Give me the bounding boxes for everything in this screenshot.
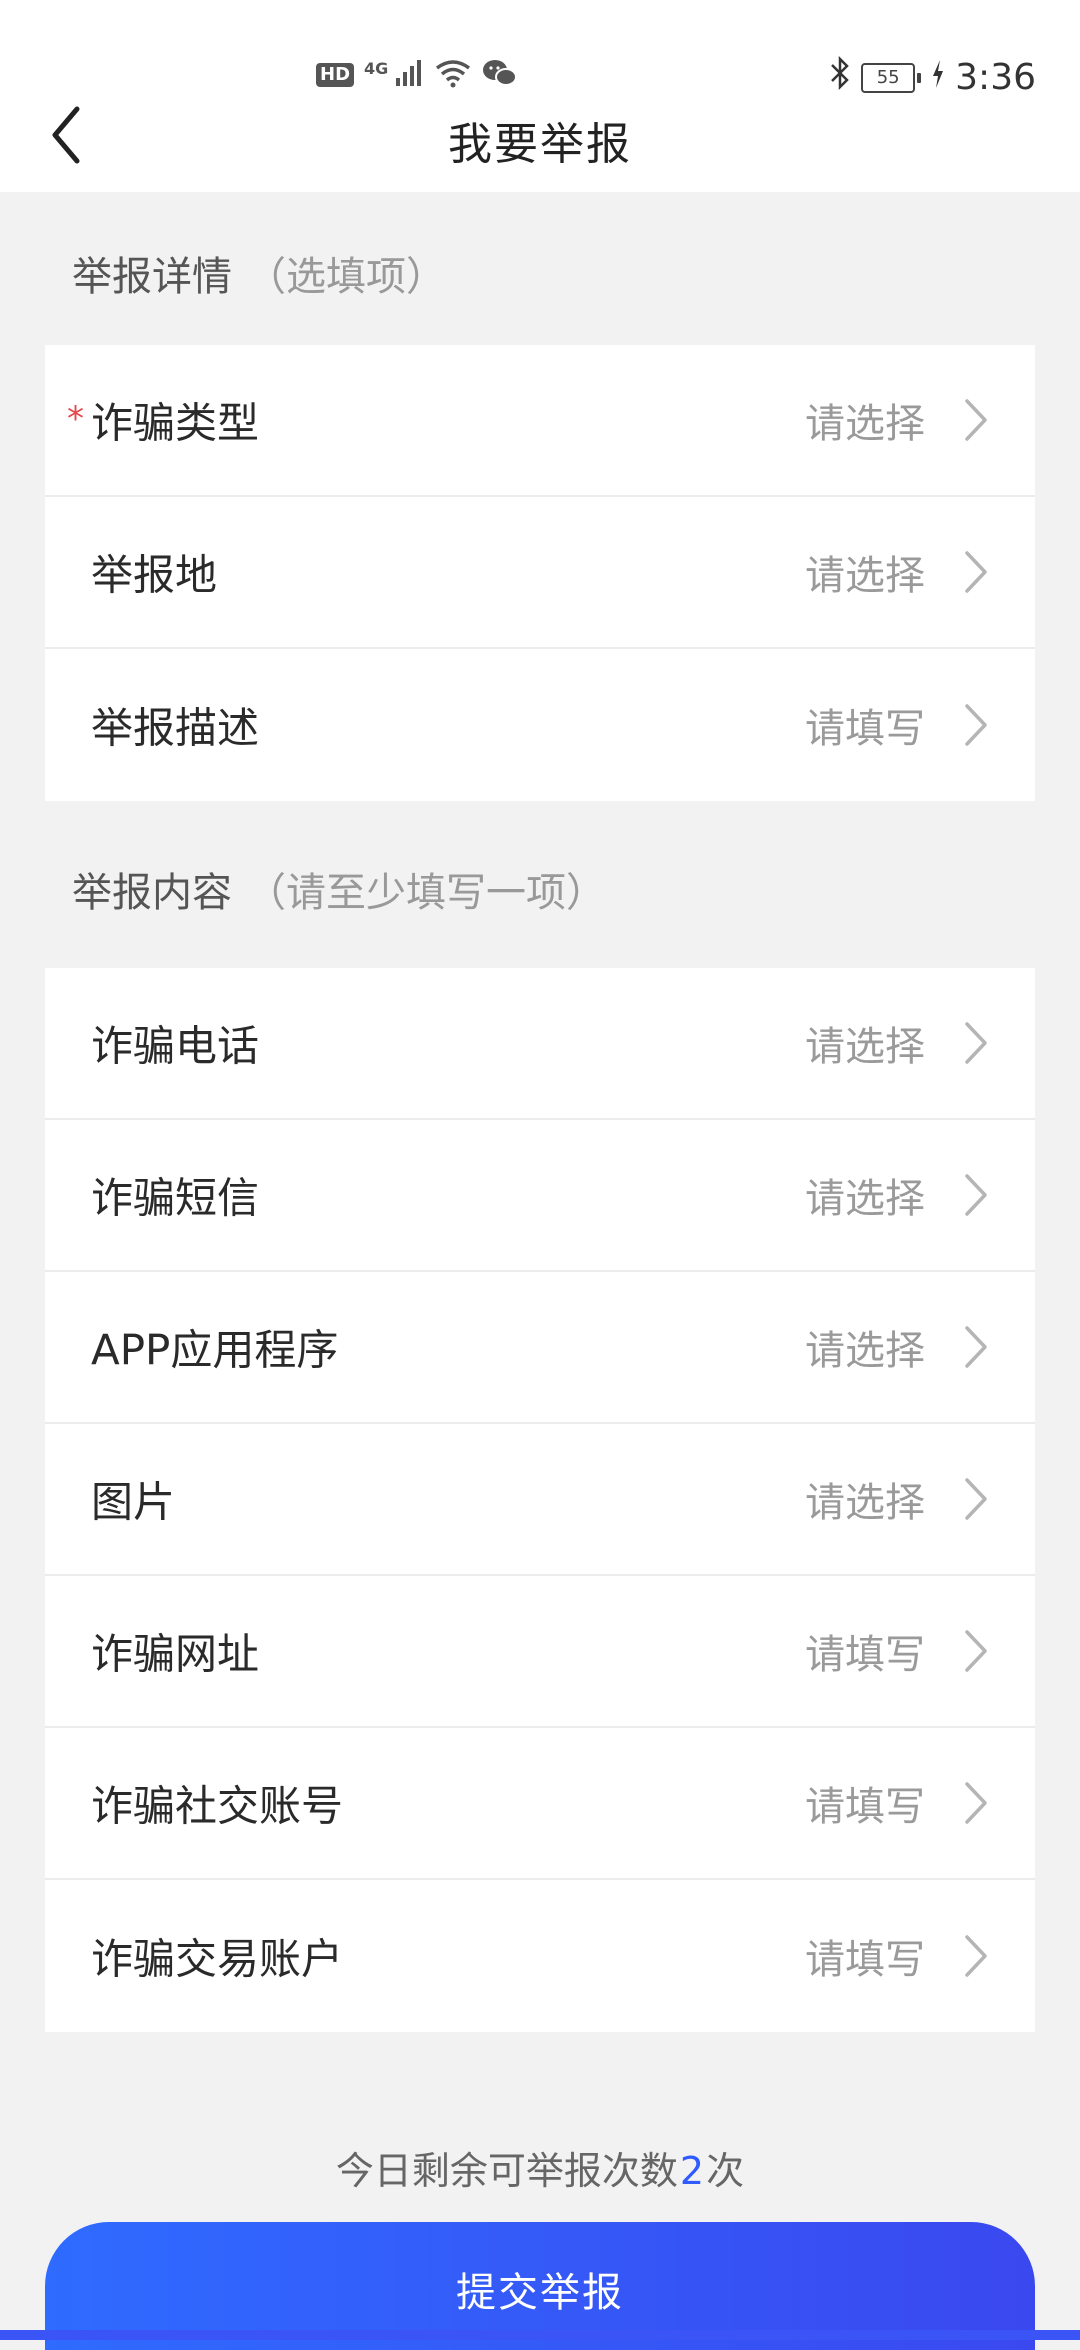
signal-icon: [394, 58, 424, 92]
required-star: *: [67, 399, 84, 439]
battery-indicator: 55: [861, 62, 922, 93]
row-report-description[interactable]: 举报描述 请填写: [45, 649, 1035, 801]
row-label: 诈骗网址: [91, 1629, 260, 1679]
row-value: 请选择: [805, 1480, 925, 1526]
chevron-right-icon: [965, 1326, 987, 1368]
battery-level: 55: [861, 62, 916, 93]
section-header-details: 举报详情 （选填项）: [72, 244, 446, 302]
row-fraud-sms[interactable]: 诈骗短信 请选择: [45, 1120, 1035, 1272]
row-app[interactable]: APP应用程序 请选择: [45, 1272, 1035, 1424]
row-fraud-transaction-account[interactable]: 诈骗交易账户 请填写: [45, 1880, 1035, 2032]
section-title: 举报详情: [72, 254, 232, 300]
chevron-right-icon: [965, 1478, 987, 1520]
row-fraud-type[interactable]: * 诈骗类型 请选择: [45, 345, 1035, 497]
row-label: 诈骗电话: [91, 1021, 260, 1071]
submit-label: 提交举报: [456, 2270, 624, 2316]
row-fraud-social-account[interactable]: 诈骗社交账号 请填写: [45, 1728, 1035, 1880]
section-header-content: 举报内容 （请至少填写一项）: [72, 860, 606, 918]
wechat-icon: [482, 58, 518, 92]
row-label: 举报地: [91, 550, 218, 600]
chevron-right-icon: [965, 1022, 987, 1064]
content-card: 诈骗电话 请选择 诈骗短信 请选择 APP应用程序 请选择 图片 请选择 诈骗网…: [45, 968, 1035, 2032]
row-value: 请选择: [805, 1024, 925, 1070]
remaining-reports-text: 今日剩余可举报次数2次: [0, 2140, 1080, 2195]
top-bar: HD 4G 55 3:36 我要举报: [0, 0, 1080, 192]
row-label: 诈骗社交账号: [91, 1781, 344, 1831]
row-image[interactable]: 图片 请选择: [45, 1424, 1035, 1576]
row-label: 诈骗短信: [91, 1173, 260, 1223]
wifi-icon: [434, 58, 472, 92]
row-value: 请选择: [805, 1176, 925, 1222]
network-type: 4G: [364, 58, 389, 78]
row-report-location[interactable]: 举报地 请选择: [45, 497, 1035, 649]
row-label: APP应用程序: [91, 1325, 339, 1375]
remaining-count: 2: [679, 2149, 705, 2193]
row-value: 请填写: [805, 706, 925, 752]
battery-nub: [917, 72, 922, 83]
row-label: 诈骗交易账户: [91, 1934, 344, 1984]
row-value: 请选择: [805, 401, 925, 447]
row-label: 举报描述: [91, 703, 260, 753]
chevron-right-icon: [965, 399, 987, 441]
row-value: 请填写: [805, 1784, 925, 1830]
row-label: 诈骗类型: [91, 398, 260, 448]
remaining-prefix: 今日剩余可举报次数: [335, 2149, 678, 2193]
chevron-right-icon: [965, 1935, 987, 1977]
row-label: 图片: [91, 1477, 176, 1527]
chevron-right-icon: [965, 1174, 987, 1216]
section-title: 举报内容: [72, 870, 232, 916]
row-fraud-phone[interactable]: 诈骗电话 请选择: [45, 968, 1035, 1120]
submit-button-base: [0, 2330, 1080, 2340]
row-value: 请选择: [805, 1328, 925, 1374]
row-value: 请选择: [805, 553, 925, 599]
chevron-right-icon: [965, 1782, 987, 1824]
details-card: * 诈骗类型 请选择 举报地 请选择 举报描述 请填写: [45, 345, 1035, 801]
row-value: 请填写: [805, 1632, 925, 1678]
section-hint: （请至少填写一项）: [246, 870, 606, 916]
nav-bar: 我要举报: [0, 90, 1080, 190]
section-hint: （选填项）: [246, 254, 446, 300]
status-indicators: HD 4G: [316, 58, 518, 92]
page-title: 我要举报: [448, 119, 632, 170]
row-value: 请填写: [805, 1937, 925, 1983]
chevron-right-icon: [965, 1630, 987, 1672]
hd-badge: HD: [316, 63, 355, 87]
chevron-right-icon: [965, 704, 987, 746]
chevron-right-icon: [965, 551, 987, 593]
row-fraud-url[interactable]: 诈骗网址 请填写: [45, 1576, 1035, 1728]
remaining-suffix: 次: [706, 2149, 745, 2193]
